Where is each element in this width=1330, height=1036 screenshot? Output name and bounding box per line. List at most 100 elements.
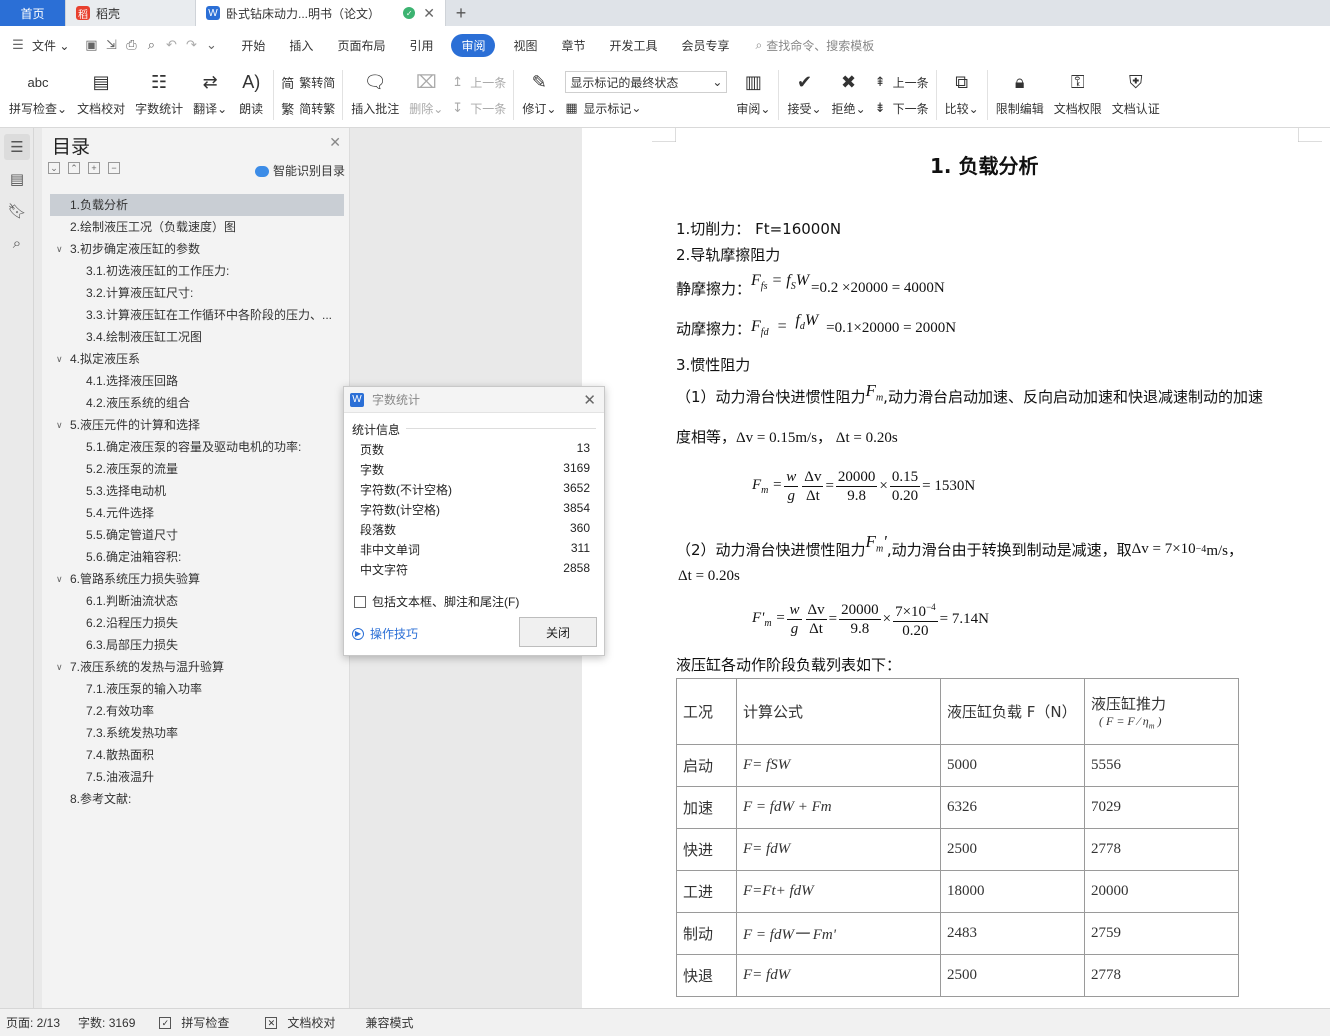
menu-developer[interactable]: 开发工具	[598, 37, 670, 54]
close-icon[interactable]: ✕	[583, 391, 596, 409]
toc-item[interactable]: 7.1.液压泵的输入功率	[50, 678, 344, 700]
toc-item[interactable]: ∨ 6.管路系统压力损失验算	[50, 568, 344, 590]
toc-item[interactable]: 5.3.选择电动机	[50, 480, 344, 502]
toc-item[interactable]: 6.1.判断油流状态	[50, 590, 344, 612]
toc-item[interactable]: 8.参考文献:	[50, 788, 344, 810]
prev-change-button[interactable]: ⇞ 上一条	[875, 69, 929, 95]
track-changes-button[interactable]: ✎ 修订⌄	[517, 64, 561, 126]
menu-view[interactable]: 视图	[501, 37, 549, 54]
reject-button[interactable]: ✖ 拒绝⌄	[827, 64, 871, 126]
collapse-all-icon[interactable]: ⌄	[48, 162, 60, 174]
toc-item[interactable]: 2.绘制液压工况（负载速度）图	[50, 216, 344, 238]
chevron-down-icon[interactable]: ∨	[56, 568, 63, 590]
toc-item[interactable]: 4.2.液压系统的组合	[50, 392, 344, 414]
include-textbox-checkbox[interactable]: 包括文本框、脚注和尾注(F)	[354, 593, 519, 610]
accept-button[interactable]: ✔ 接受⌄	[782, 64, 826, 126]
compare-button[interactable]: ⧉ 比较⌄	[940, 64, 984, 126]
read-aloud-button[interactable]: A) 朗读	[232, 64, 270, 126]
chevron-down-icon[interactable]: ∨	[56, 348, 63, 370]
find-icon[interactable]: ⌕	[4, 230, 30, 256]
insert-comment-button[interactable]: 🗨 插入批注	[346, 64, 404, 126]
display-mode-select[interactable]: 显示标记的最终状态 ⌄	[565, 71, 728, 93]
toc-item[interactable]: 7.5.油液温升	[50, 766, 344, 788]
toc-item[interactable]: 3.4.绘制液压缸工况图	[50, 326, 344, 348]
more-icon[interactable]: ⌄	[201, 37, 221, 53]
menu-insert[interactable]: 插入	[277, 37, 325, 54]
toc-item[interactable]: 1.负载分析	[50, 194, 344, 216]
smart-toc-button[interactable]: 智能识别目录	[254, 162, 345, 179]
trad-to-simp-button[interactable]: 简繁转简	[281, 69, 335, 95]
command-search[interactable]: ⌕ 查找命令、搜索模板	[756, 37, 875, 54]
prev-comment-button[interactable]: ↥ 上一条	[452, 69, 506, 95]
chevron-down-icon[interactable]: ∨	[56, 238, 63, 260]
menu-file[interactable]: 文件 ⌄	[28, 37, 81, 54]
close-tab-icon[interactable]: ✕	[423, 5, 435, 22]
proofread-button[interactable]: ▤ 文档校对	[72, 64, 130, 126]
export-icon[interactable]: ⇲	[101, 37, 121, 53]
next-comment-button[interactable]: ↧ 下一条	[452, 95, 506, 121]
toc-item[interactable]: 5.4.元件选择	[50, 502, 344, 524]
close-dialog-button[interactable]: 关闭	[519, 617, 597, 647]
toc-panel-icon[interactable]: ☰	[4, 134, 30, 160]
toc-item[interactable]: 7.4.散热面积	[50, 744, 344, 766]
redo-icon[interactable]: ↷	[181, 37, 201, 53]
dynamic-friction-line: 动摩擦力： Ffd = fdW =0.1×20000 = 2000N	[676, 312, 956, 339]
print-icon[interactable]: ⎙	[121, 37, 141, 53]
toc-item[interactable]: 6.2.沿程压力损失	[50, 612, 344, 634]
spell-check-status[interactable]: ✓ 拼写检查	[153, 1014, 241, 1031]
toc-item[interactable]: 5.2.液压泵的流量	[50, 458, 344, 480]
spell-check-button[interactable]: abc 拼写检查⌄	[4, 64, 72, 126]
translate-button[interactable]: ⇄ 翻译⌄	[188, 64, 232, 126]
doc-certify-button[interactable]: ⛨ 文档认证	[1107, 64, 1165, 126]
menu-layout[interactable]: 页面布局	[325, 37, 397, 54]
undo-icon[interactable]: ↶	[161, 37, 181, 53]
chevron-down-icon[interactable]: ∨	[56, 414, 63, 436]
menu-reference[interactable]: 引用	[397, 37, 445, 54]
delete-comment-button[interactable]: ⌧ 删除⌄	[404, 64, 448, 126]
print-preview-icon[interactable]: ⌕	[141, 37, 161, 53]
hamburger-icon[interactable]: ☰	[8, 37, 28, 53]
add-level-icon[interactable]: +	[88, 162, 100, 174]
toc-item[interactable]: ∨ 7.液压系统的发热与温升验算	[50, 656, 344, 678]
toc-item[interactable]: 7.2.有效功率	[50, 700, 344, 722]
save-icon[interactable]: ▣	[81, 37, 101, 53]
tips-link[interactable]: ▶ 操作技巧	[352, 625, 418, 642]
expand-up-icon[interactable]: ⌃	[68, 162, 80, 174]
restrict-edit-button[interactable]: 🔒︎ 限制编辑	[991, 64, 1049, 126]
toc-item[interactable]: ∨ 3.初步确定液压缸的参数	[50, 238, 344, 260]
toc-item[interactable]: 3.3.计算液压缸在工作循环中各阶段的压力、...	[50, 304, 344, 326]
toc-item[interactable]: 3.1.初选液压缸的工作压力:	[50, 260, 344, 282]
toc-item[interactable]: 5.1.确定液压泵的容量及驱动电机的功率:	[50, 436, 344, 458]
toc-item[interactable]: 3.2.计算液压缸尺寸:	[50, 282, 344, 304]
simp-to-trad-button[interactable]: 繁简转繁	[281, 95, 335, 121]
toc-item[interactable]: ∨ 5.液压元件的计算和选择	[50, 414, 344, 436]
tab-document[interactable]: W 卧式钻床动力...明书（论文） ✓ ✕	[196, 0, 446, 26]
stat-label: 中文字符	[360, 563, 409, 577]
tab-daoke[interactable]: 稻 稻壳	[66, 0, 196, 26]
next-change-button[interactable]: ⇟ 下一条	[875, 95, 929, 121]
toc-item[interactable]: ∨ 4.拟定液压系	[50, 348, 344, 370]
menu-start[interactable]: 开始	[229, 37, 277, 54]
close-icon[interactable]: ✕	[329, 134, 341, 151]
menu-member[interactable]: 会员专享	[670, 37, 742, 54]
remove-level-icon[interactable]: −	[108, 162, 120, 174]
tab-home[interactable]: 首页	[0, 0, 66, 26]
toc-item[interactable]: 7.3.系统发热功率	[50, 722, 344, 744]
show-markup-button[interactable]: ▦ 显示标记 ⌄	[565, 95, 727, 121]
menu-review[interactable]: 审阅	[451, 33, 496, 57]
chapter-nav-icon[interactable]: ▤	[4, 166, 30, 192]
proofread-status[interactable]: ✕ 文档校对	[259, 1014, 347, 1031]
chevron-down-icon[interactable]: ∨	[56, 656, 63, 678]
doc-permission-button[interactable]: ⚿ 文档权限	[1049, 64, 1107, 126]
bookmark-icon[interactable]: 🔖︎	[4, 198, 30, 224]
toc-item[interactable]: 6.3.局部压力损失	[50, 634, 344, 656]
new-tab-button[interactable]: +	[446, 0, 476, 26]
menu-chapter[interactable]: 章节	[550, 37, 598, 54]
toc-item[interactable]: 5.6.确定油箱容积:	[50, 546, 344, 568]
word-count-button[interactable]: ☷ 字数统计	[130, 64, 188, 126]
word-count-indicator[interactable]: 字数: 3169	[78, 1014, 135, 1031]
page-indicator[interactable]: 页面: 2/13	[6, 1014, 60, 1031]
toc-item[interactable]: 4.1.选择液压回路	[50, 370, 344, 392]
toc-item[interactable]: 5.5.确定管道尺寸	[50, 524, 344, 546]
review-pane-button[interactable]: ▥ 审阅⌄	[731, 64, 775, 126]
